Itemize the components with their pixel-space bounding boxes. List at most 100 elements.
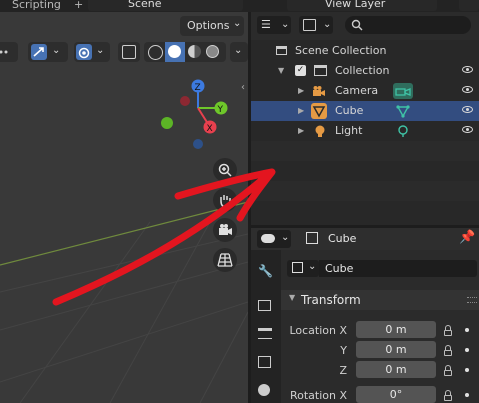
keyframe-dot-icon[interactable] bbox=[465, 328, 469, 332]
context-object-name: Cube bbox=[328, 232, 357, 245]
light-data-icon[interactable] bbox=[396, 124, 410, 138]
pin-icon[interactable]: 📌 bbox=[459, 230, 475, 245]
outliner-item-label: Cube bbox=[335, 104, 364, 117]
editor-type-button[interactable]: ☰ ⌄ bbox=[257, 16, 291, 34]
tool-tab-icon[interactable]: 🔧 bbox=[258, 264, 273, 278]
xray-toggle-button[interactable] bbox=[118, 42, 140, 62]
wireframe-shading-icon[interactable] bbox=[148, 45, 163, 60]
keyframe-dot-icon[interactable] bbox=[465, 393, 469, 397]
options-button[interactable]: Options ⌄ bbox=[180, 16, 244, 36]
view-layer-filter-button[interactable] bbox=[459, 0, 479, 11]
rotation-x-field[interactable]: 0° bbox=[356, 386, 436, 403]
grid-icon bbox=[217, 253, 233, 267]
lock-icon[interactable] bbox=[444, 325, 452, 336]
options-label: Options bbox=[187, 19, 230, 32]
object-name-value: Cube bbox=[325, 262, 354, 275]
snap-button[interactable]: ⌄ bbox=[28, 42, 68, 62]
scene-selector[interactable]: Scene bbox=[88, 0, 243, 11]
rendered-shading-icon[interactable] bbox=[206, 45, 219, 58]
chevron-down-icon: ⌄ bbox=[281, 232, 290, 243]
outliner-row-light[interactable]: ▶ Light bbox=[251, 121, 479, 141]
properties-tabs: 🔧 bbox=[251, 250, 281, 403]
outliner-item-label: Camera bbox=[335, 84, 379, 97]
lock-icon[interactable] bbox=[444, 345, 452, 356]
outliner-search-input[interactable] bbox=[345, 16, 471, 34]
3d-viewport[interactable]: ⌄ ⌄ ⌄ Options ⌄ Z Y X ‹ bbox=[0, 12, 248, 403]
camera-view-button[interactable] bbox=[213, 218, 237, 242]
location-y-field[interactable]: 0 m bbox=[356, 341, 436, 358]
location-z-field[interactable]: 0 m bbox=[356, 361, 436, 378]
properties-panel: ⌄ Cube 📌 🔧 ⌄ Cube ▼ Transform Location X… bbox=[251, 228, 479, 403]
location-y-label: Y bbox=[340, 344, 347, 357]
output-tab-icon[interactable] bbox=[258, 328, 272, 339]
outliner-row-camera[interactable]: ▶ Camera bbox=[251, 81, 479, 101]
eye-icon[interactable] bbox=[462, 106, 473, 113]
outliner-empty-row bbox=[251, 141, 479, 161]
outliner-panel: ☰ ⌄ ⌄ Scene Collection ▼ ✓ Collection ▶ … bbox=[251, 12, 479, 225]
keyframe-dot-icon[interactable] bbox=[465, 368, 469, 372]
view-layer-selector[interactable]: View Layer bbox=[287, 0, 437, 11]
scene-tab-icon[interactable] bbox=[258, 384, 270, 396]
chevron-down-icon: ⌄ bbox=[233, 18, 242, 29]
material-preview-icon[interactable] bbox=[188, 45, 201, 58]
eye-icon[interactable] bbox=[462, 126, 473, 133]
keyframe-dot-icon[interactable] bbox=[465, 348, 469, 352]
eye-icon[interactable] bbox=[462, 66, 473, 73]
expand-arrow-icon[interactable]: ▶ bbox=[298, 101, 304, 121]
navigation-gizmo[interactable]: Z Y X bbox=[155, 74, 245, 154]
outliner-row-cube[interactable]: ▶ Cube bbox=[251, 101, 479, 121]
transform-pivot-button[interactable] bbox=[0, 42, 18, 62]
chevron-down-icon: ⌄ bbox=[308, 261, 317, 272]
snap-icon bbox=[31, 44, 47, 60]
expand-arrow-icon[interactable]: ▼ bbox=[278, 61, 284, 81]
object-icon bbox=[306, 232, 318, 244]
pan-button[interactable] bbox=[213, 188, 237, 212]
chevron-down-icon: ⌄ bbox=[234, 45, 243, 56]
solid-shading-button[interactable] bbox=[165, 42, 185, 62]
display-mode-button[interactable]: ⌄ bbox=[299, 16, 333, 34]
search-icon bbox=[351, 19, 363, 31]
sidebar-toggle-icon[interactable]: ‹ bbox=[241, 82, 245, 93]
proportional-editing-button[interactable]: ⌄ bbox=[74, 42, 110, 62]
expand-arrow-icon[interactable]: ▶ bbox=[298, 121, 304, 141]
chevron-down-icon: ⌄ bbox=[323, 19, 332, 30]
camera-data-icon[interactable] bbox=[393, 83, 413, 99]
transform-panel-header[interactable]: ▼ Transform bbox=[281, 290, 479, 310]
xray-icon bbox=[122, 45, 136, 59]
location-x-value: 0 m bbox=[385, 323, 407, 336]
add-workspace-button[interactable]: + bbox=[74, 0, 83, 12]
zoom-button[interactable] bbox=[213, 158, 237, 182]
drag-handle-icon[interactable] bbox=[467, 297, 477, 303]
expand-arrow-icon[interactable]: ▶ bbox=[298, 81, 304, 101]
scene-collection-icon bbox=[276, 46, 287, 55]
location-x-field[interactable]: 0 m bbox=[356, 321, 436, 338]
outliner-header: ☰ ⌄ ⌄ bbox=[251, 12, 479, 40]
shading-options-button[interactable]: ⌄ bbox=[230, 42, 248, 62]
lock-icon[interactable] bbox=[444, 365, 452, 376]
chevron-down-icon: ⌄ bbox=[52, 45, 61, 56]
view-layer-icon bbox=[303, 19, 316, 31]
outliner-row-collection[interactable]: ▼ ✓ Collection bbox=[251, 61, 479, 81]
proportional-editing-icon bbox=[76, 44, 92, 60]
top-bar: Scripting + Scene View Layer bbox=[0, 0, 479, 12]
panel-title: Transform bbox=[301, 293, 361, 307]
location-y-value: 0 m bbox=[385, 343, 407, 356]
render-tab-icon[interactable] bbox=[258, 300, 271, 311]
eye-icon[interactable] bbox=[462, 86, 473, 93]
workspace-tab-scripting[interactable]: Scripting bbox=[12, 0, 61, 12]
exclude-checkbox[interactable]: ✓ bbox=[295, 65, 306, 76]
outliner-icon: ☰ bbox=[261, 18, 271, 31]
solid-shading-icon bbox=[168, 45, 181, 58]
light-icon bbox=[315, 125, 325, 137]
view-layer-tab-icon[interactable] bbox=[258, 356, 271, 368]
viewport-grid bbox=[0, 201, 248, 403]
properties-icon bbox=[261, 234, 275, 243]
editor-type-button[interactable]: ⌄ bbox=[257, 230, 291, 248]
object-name-field[interactable]: Cube bbox=[319, 260, 477, 277]
outliner-row-scene-collection[interactable]: Scene Collection bbox=[251, 41, 479, 61]
pivot-icon bbox=[0, 45, 12, 59]
object-selector-button[interactable]: ⌄ bbox=[287, 260, 319, 277]
perspective-toggle-button[interactable] bbox=[213, 248, 237, 272]
lock-icon[interactable] bbox=[444, 390, 452, 401]
mesh-data-icon[interactable] bbox=[396, 104, 410, 118]
